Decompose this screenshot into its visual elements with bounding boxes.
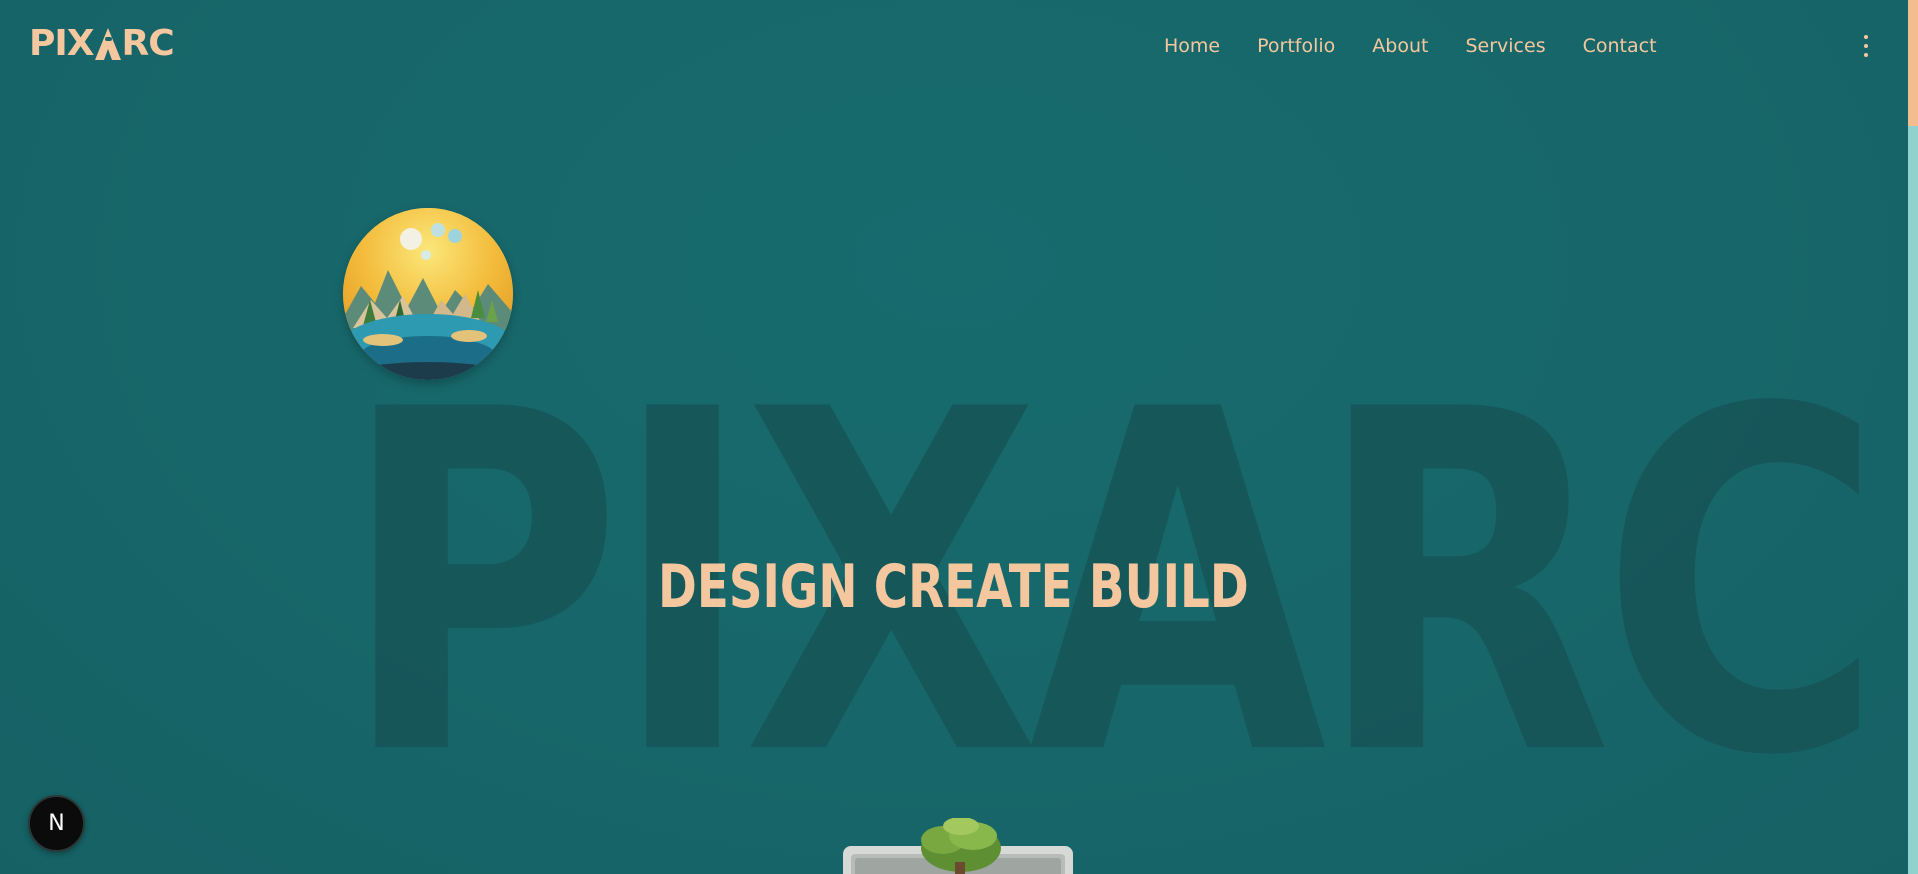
logo-prefix: PIX [29,23,95,64]
nextjs-dev-badge[interactable]: N [28,795,85,852]
globe-illustration [343,208,513,380]
main-nav: Home Portfolio About Services Contact [1164,33,1657,59]
page-scrollbar[interactable] [1908,0,1918,874]
nav-services[interactable]: Services [1465,33,1545,59]
nav-portfolio[interactable]: Portfolio [1257,33,1335,59]
scrollbar-thumb[interactable] [1908,0,1918,126]
laptop-tree-illustration [843,817,1073,874]
logo-suffix: RC [121,23,175,64]
header: PIX RC Home Portfolio About Services Con… [0,0,1908,92]
nav-home[interactable]: Home [1164,33,1220,59]
more-vertical-icon[interactable] [1858,35,1874,57]
logo[interactable]: PIX RC [29,23,175,64]
nav-contact[interactable]: Contact [1583,33,1657,59]
page: PIX RC Home Portfolio About Services Con… [0,0,1908,874]
logo-a-mark-icon [94,28,121,60]
nav-about[interactable]: About [1372,33,1428,59]
hero-tagline: DESIGN CREATE BUILD [658,552,1249,622]
nextjs-badge-label: N [48,810,65,836]
